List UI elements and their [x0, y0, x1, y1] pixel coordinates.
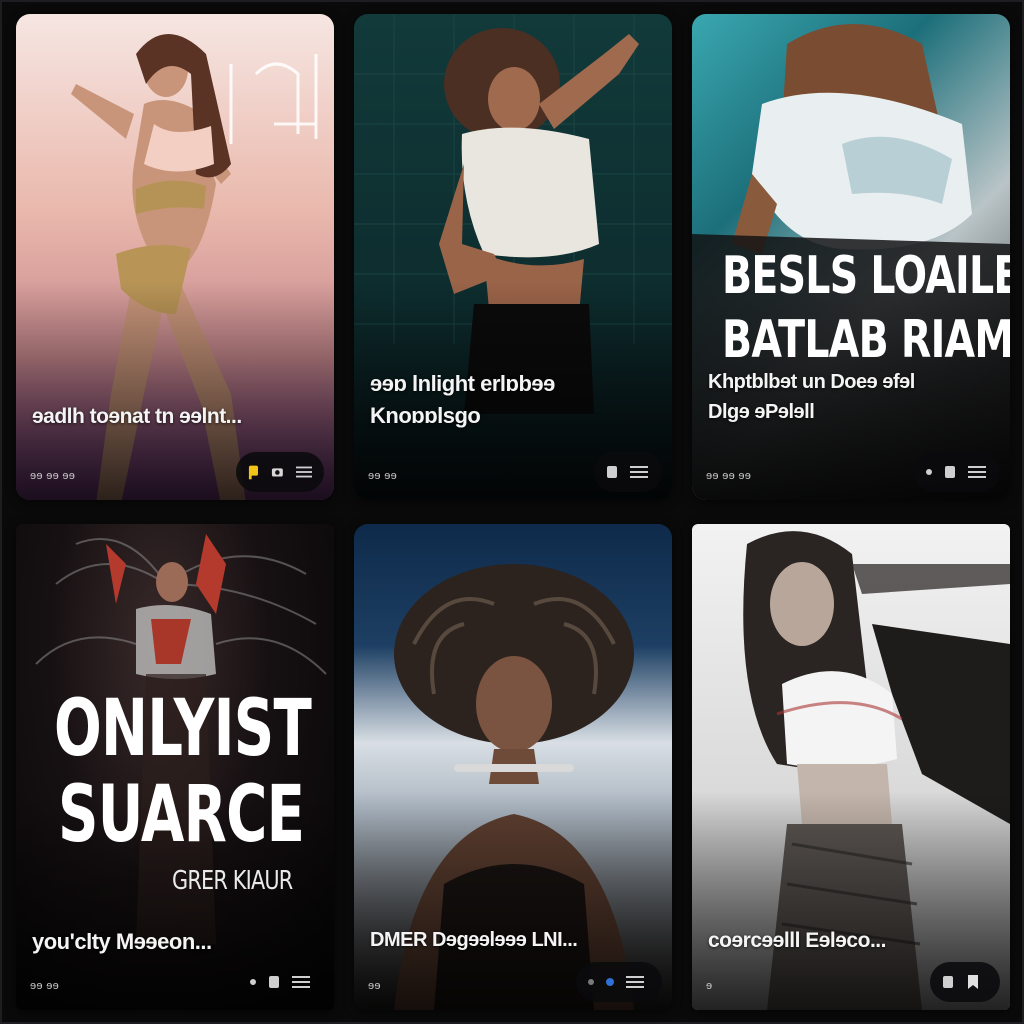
card-3-caption-line-2: Dlgɘ ɘPɘlɘll: [708, 401, 815, 423]
square-icon[interactable]: [944, 465, 956, 479]
card-6-caption: coɘrcɘɘlll Eɘlɘco...: [708, 929, 886, 952]
square-icon[interactable]: [942, 975, 954, 989]
card-3-meta: ɘɘ ɘɘ ɘɘ: [706, 470, 752, 482]
card-2-caption-line-2: Knoɒɒlsgo: [370, 403, 481, 428]
card-5-caption: DMER Dɘgɘɘlɘɘɘ LNI...: [370, 929, 578, 951]
card-4-subheadline: GRER KIAUR: [172, 866, 293, 896]
card-4-toolbar: [238, 962, 324, 1002]
dot-icon[interactable]: [926, 469, 932, 475]
card-3-headline-line-1: BESLS LOAILE: [722, 246, 1010, 306]
dot-icon[interactable]: [588, 979, 594, 985]
card-6-toolbar: [930, 962, 1000, 1002]
menu-icon[interactable]: [292, 976, 310, 988]
square-icon[interactable]: [268, 975, 280, 989]
card-3-headline-line-2: BATLAB RIAM: [722, 310, 1010, 370]
menu-icon[interactable]: [968, 466, 986, 478]
menu-icon[interactable]: [295, 466, 312, 478]
story-card-2[interactable]: ɘɘɒ lnlight erlɒbɘɘ Knoɒɒlsgo ɘɘ ɘɘ: [354, 14, 672, 500]
card-1-meta: ɘɘ ɘɘ ɘɘ: [30, 470, 76, 482]
story-card-4[interactable]: ONLYIST SUARCE GRER KIAUR you'clty Mɘɘeo…: [16, 524, 334, 1010]
card-5-toolbar: [576, 962, 662, 1002]
card-4-caption: you'clty Mɘɘeon...: [32, 929, 212, 954]
card-2-caption-line-1: ɘɘɒ lnlight erlɒbɘɘ: [370, 371, 555, 396]
card-4-meta: ɘɘ ɘɘ: [30, 980, 60, 992]
card-2-meta: ɘɘ ɘɘ: [368, 470, 398, 482]
dot-icon[interactable]: [606, 978, 614, 986]
story-card-5[interactable]: DMER Dɘgɘɘlɘɘɘ LNI... ɘɘ: [354, 524, 672, 1010]
camera-icon[interactable]: [271, 466, 284, 478]
card-6-meta: ɘ: [706, 980, 713, 992]
story-card-6[interactable]: coɘrcɘɘlll Eɘlɘco... ɘ: [692, 524, 1010, 1010]
menu-icon[interactable]: [630, 466, 648, 478]
story-card-3[interactable]: BESLS LOAILE BATLAB RIAM Khptblbɘt un Do…: [692, 14, 1010, 500]
dot-icon[interactable]: [250, 979, 256, 985]
card-4-headline-line-2: SUARCE: [58, 770, 305, 860]
bookmark-icon[interactable]: [966, 974, 980, 990]
story-card-1[interactable]: ɘadlh toɘnat tn ɘɘlnt... ɘɘ ɘɘ ɘɘ: [16, 14, 334, 500]
square-icon[interactable]: [606, 465, 618, 479]
card-4-headline-line-1: ONLYIST: [54, 684, 312, 774]
flag-icon[interactable]: [248, 464, 259, 480]
card-3-caption-line-1: Khptblbɘt un Doeɘ ɘfɘl: [708, 371, 915, 393]
menu-icon[interactable]: [626, 976, 644, 988]
media-grid: ɘadlh toɘnat tn ɘɘlnt... ɘɘ ɘɘ ɘɘ ɘɘɒ ln…: [16, 14, 1010, 1010]
card-5-meta: ɘɘ: [368, 980, 381, 992]
card-2-toolbar: [594, 452, 662, 492]
card-3-toolbar: [914, 452, 1000, 492]
card-1-caption: ɘadlh toɘnat tn ɘɘlnt...: [32, 405, 242, 428]
card-1-toolbar: [236, 452, 324, 492]
